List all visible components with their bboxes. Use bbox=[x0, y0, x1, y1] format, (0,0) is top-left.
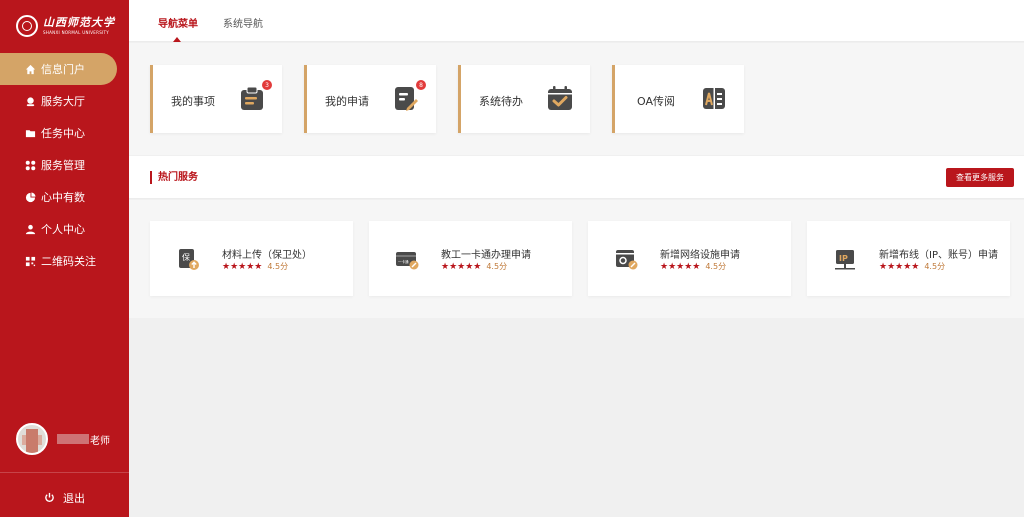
logout-button[interactable]: 退出 bbox=[44, 490, 85, 506]
rating-stars: ★★★★★ bbox=[222, 262, 263, 272]
service-rating: ★★★★★ 4.5分 bbox=[222, 261, 288, 272]
sidebar-item-label: 心中有数 bbox=[41, 191, 85, 204]
service-card-material-upload[interactable]: 保 材料上传（保卫处） ★★★★★ 4.5分 bbox=[150, 221, 353, 296]
blurred-name bbox=[57, 434, 89, 444]
logo-chinese-name: 山西师范大学 bbox=[43, 15, 115, 29]
service-name: 新增网络设施申请 bbox=[660, 250, 740, 261]
user-name: 老师 bbox=[90, 435, 110, 447]
quick-card-label: 我的申请 bbox=[325, 95, 369, 108]
rating-stars: ★★★★★ bbox=[441, 262, 482, 272]
upload-doc-icon: 保 bbox=[179, 249, 199, 270]
rating-stars: ★★★★★ bbox=[879, 262, 920, 272]
badge-count: 8 bbox=[416, 80, 426, 90]
sidebar-divider bbox=[0, 472, 129, 473]
service-card-cabling-ip[interactable]: IP 新增布线（IP、账号）申请 ★★★★★ 4.5分 bbox=[807, 221, 1010, 296]
service-card-network-facility[interactable]: 新增网络设施申请 ★★★★★ 4.5分 bbox=[588, 221, 791, 296]
sidebar-item-info-portal[interactable]: 信息门户 bbox=[0, 53, 117, 85]
clipboard-icon bbox=[241, 86, 263, 110]
sidebar-nav: 信息门户 服务大厅 任务中心 服务管理 心中有数 个人中心 二维码关注 bbox=[0, 53, 129, 277]
icon-glyph: IP bbox=[839, 254, 848, 263]
rating-score: 4.5分 bbox=[267, 262, 289, 271]
quick-card-system-todo[interactable]: 系统待办 bbox=[458, 65, 590, 133]
service-card-staff-card[interactable]: 一卡通 教工一卡通办理申请 ★★★★★ 4.5分 bbox=[369, 221, 572, 296]
avatar[interactable] bbox=[16, 423, 48, 455]
edit-doc-icon bbox=[395, 87, 418, 111]
service-name: 材料上传（保卫处） bbox=[222, 250, 312, 261]
grid-icon bbox=[24, 159, 36, 171]
university-logo[interactable]: 山西师范大学 SHANXI NORMAL UNIVERSITY bbox=[16, 13, 115, 39]
sidebar-item-label: 信息门户 bbox=[41, 63, 85, 76]
rating-score: 4.5分 bbox=[705, 262, 727, 271]
hot-services-list: 保 材料上传（保卫处） ★★★★★ 4.5分 一卡通 教工一卡通办理申请 ★★★★… bbox=[129, 200, 1024, 318]
home-icon bbox=[24, 63, 36, 75]
service-name: 教工一卡通办理申请 bbox=[441, 250, 531, 261]
active-tab-indicator bbox=[173, 37, 181, 42]
sidebar-item-label: 二维码关注 bbox=[41, 255, 96, 268]
book-icon bbox=[703, 88, 725, 109]
sidebar-item-personal-center[interactable]: 个人中心 bbox=[0, 213, 129, 245]
rating-score: 4.5分 bbox=[486, 262, 508, 271]
quick-card-oa-circulation[interactable]: OA传阅 bbox=[612, 65, 744, 133]
tab-nav-menu[interactable]: 导航菜单 bbox=[158, 15, 198, 30]
sidebar-item-label: 服务大厅 bbox=[41, 95, 85, 108]
quick-card-label: 我的事项 bbox=[171, 95, 215, 108]
calendar-check-icon bbox=[548, 86, 572, 110]
sidebar-item-task-center[interactable]: 任务中心 bbox=[0, 117, 129, 149]
sidebar-item-qrcode[interactable]: 二维码关注 bbox=[0, 245, 129, 277]
service-hall-icon bbox=[24, 95, 36, 107]
quick-card-my-items[interactable]: 我的事项 3 bbox=[150, 65, 282, 133]
user-profile[interactable]: 老师 bbox=[16, 423, 110, 455]
service-rating: ★★★★★ 4.5分 bbox=[660, 261, 726, 272]
tab-system-nav[interactable]: 系统导航 bbox=[223, 15, 263, 30]
service-rating: ★★★★★ 4.5分 bbox=[879, 261, 945, 272]
qrcode-icon bbox=[24, 255, 36, 267]
rating-score: 4.5分 bbox=[924, 262, 946, 271]
service-name: 新增布线（IP、账号）申请 bbox=[879, 250, 998, 261]
quick-access-row: 我的事项 3 我的申请 8 系统待办 OA传阅 bbox=[129, 43, 1024, 155]
sidebar-item-service-management[interactable]: 服务管理 bbox=[0, 149, 129, 181]
quick-card-label: OA传阅 bbox=[637, 95, 675, 108]
sidebar: 山西师范大学 SHANXI NORMAL UNIVERSITY 信息门户 服务大… bbox=[0, 0, 129, 517]
sidebar-item-statistics[interactable]: 心中有数 bbox=[0, 181, 129, 213]
sidebar-item-label: 任务中心 bbox=[41, 127, 85, 140]
network-settings-icon bbox=[616, 250, 638, 270]
power-icon bbox=[44, 492, 56, 504]
badge-count: 3 bbox=[262, 80, 272, 90]
icon-glyph: 一卡通 bbox=[398, 259, 409, 264]
university-seal-icon bbox=[16, 15, 38, 37]
card-icon: 一卡通 bbox=[396, 252, 419, 270]
sidebar-item-label: 服务管理 bbox=[41, 159, 85, 172]
hot-services-header: 热门服务 查看更多服务 bbox=[129, 156, 1024, 199]
user-icon bbox=[24, 223, 36, 235]
logout-label: 退出 bbox=[63, 492, 85, 505]
rating-stars: ★★★★★ bbox=[660, 262, 701, 272]
sidebar-item-service-hall[interactable]: 服务大厅 bbox=[0, 85, 129, 117]
quick-card-my-applications[interactable]: 我的申请 8 bbox=[304, 65, 436, 133]
view-more-services-button[interactable]: 查看更多服务 bbox=[946, 168, 1014, 187]
pie-chart-icon bbox=[24, 191, 36, 203]
logo-english-name: SHANXI NORMAL UNIVERSITY bbox=[43, 29, 110, 35]
folder-icon bbox=[24, 127, 36, 139]
icon-glyph: 保 bbox=[182, 252, 190, 262]
quick-card-label: 系统待办 bbox=[479, 95, 523, 108]
service-rating: ★★★★★ 4.5分 bbox=[441, 261, 507, 272]
sidebar-item-label: 个人中心 bbox=[41, 223, 85, 236]
top-tab-bar: 导航菜单 系统导航 bbox=[129, 0, 1024, 42]
ip-icon: IP bbox=[835, 250, 855, 270]
hot-services-title: 热门服务 bbox=[150, 171, 198, 184]
